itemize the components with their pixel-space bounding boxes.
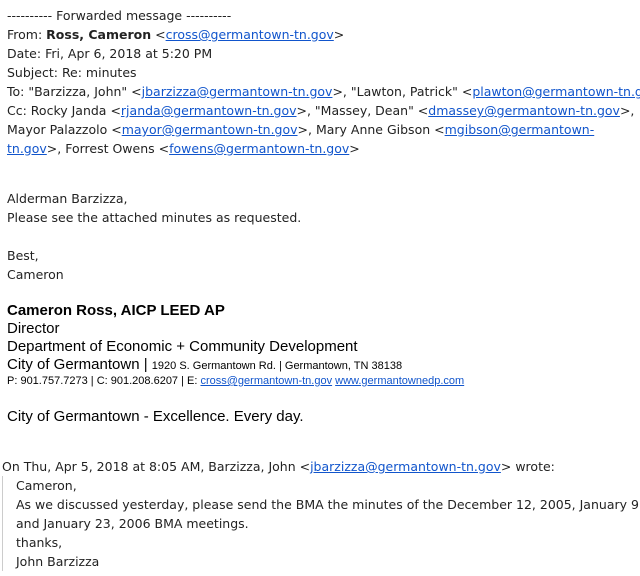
to-recipient-email-link[interactable]: plawton@germantown-tn.gov xyxy=(472,84,640,99)
cc-recipient-name: Mayor Palazzolo xyxy=(7,122,108,137)
signature-block: Cameron Ross, AICP LEED AP Director Depa… xyxy=(7,302,464,389)
to-label: To: xyxy=(7,84,25,99)
quoted-greeting: Cameron, xyxy=(16,478,77,493)
signature-address: 1920 S. Germantown Rd. | Germantown, TN … xyxy=(151,360,403,372)
cc-recipient-name: "Massey, Dean" xyxy=(314,103,414,118)
quote-attribution: On Thu, Apr 5, 2018 at 8:05 AM, Barzizza… xyxy=(2,457,555,476)
signature-phone: P: 901.757.7273 | C: 901.208.6207 | E: xyxy=(7,375,198,387)
quote-attribution-suffix: > wrote: xyxy=(500,459,555,474)
message-signoff: Cameron xyxy=(7,267,64,282)
quoted-body: As we discussed yesterday, please send t… xyxy=(16,497,639,531)
message-greeting: Alderman Barzizza, xyxy=(7,191,128,206)
quote-attribution-email-link[interactable]: jbarzizza@germantown-tn.gov xyxy=(310,459,501,474)
email-view: ---------- Forwarded message ---------- … xyxy=(0,0,640,576)
date-label: Date: xyxy=(7,46,42,61)
date-line: Date: Fri, Apr 6, 2018 at 5:20 PM xyxy=(7,44,637,63)
message-body: Alderman Barzizza, Please see the attach… xyxy=(7,189,301,227)
cc-label: Cc: xyxy=(7,103,27,118)
quote-attribution-prefix: On Thu, Apr 5, 2018 at 8:05 AM, Barzizza… xyxy=(2,459,311,474)
message-closing-block: Best, Cameron xyxy=(7,246,64,284)
date-value: Fri, Apr 6, 2018 at 5:20 PM xyxy=(45,46,213,61)
quoted-thanks: thanks, xyxy=(16,535,63,550)
cc-line: Cc: Rocky Janda <rjanda@germantown-tn.go… xyxy=(7,103,635,156)
signature-website-link[interactable]: www.germantownedp.com xyxy=(335,375,464,387)
subject-line: Subject: Re: minutes xyxy=(7,63,637,82)
forwarded-marker: ---------- Forwarded message ---------- xyxy=(7,8,232,23)
quoted-message: Cameron, As we discussed yesterday, plea… xyxy=(2,476,640,571)
signature-department: Department of Economic + Community Devel… xyxy=(7,338,358,355)
cc-recipient-email-link[interactable]: mayor@germantown-tn.gov xyxy=(122,122,298,137)
cc-recipient-email-link[interactable]: fowens@germantown-tn.gov xyxy=(169,141,349,156)
signature-contact-line: P: 901.757.7273 | C: 901.208.6207 | E: c… xyxy=(7,374,464,389)
from-email-link[interactable]: cross@germantown-tn.gov xyxy=(166,27,334,42)
to-line: To: "Barzizza, John" <jbarzizza@germanto… xyxy=(7,82,640,101)
message-closing: Best, xyxy=(7,248,39,263)
forwarded-header: ---------- Forwarded message ---------- … xyxy=(7,6,640,158)
signature-org: City of Germantown xyxy=(7,356,140,373)
subject-label: Subject: xyxy=(7,65,58,80)
signature-org-line: City of Germantown | 1920 S. Germantown … xyxy=(7,356,403,373)
to-recipient-name: "Barzizza, John" xyxy=(28,84,128,99)
quoted-name: John Barzizza xyxy=(16,554,100,569)
message-line: Please see the attached minutes as reque… xyxy=(7,210,302,225)
signature-title: Director xyxy=(7,320,60,337)
cc-recipient-name: Forrest Owens xyxy=(65,141,155,156)
signature-name: Cameron Ross, AICP LEED AP xyxy=(7,302,225,319)
from-label: From: xyxy=(7,27,43,42)
from-name: Ross, Cameron xyxy=(46,27,152,42)
to-recipient-email-link[interactable]: jbarzizza@germantown-tn.gov xyxy=(142,84,333,99)
cc-recipient-name: Mary Anne Gibson xyxy=(315,122,431,137)
to-recipient-name: "Lawton, Patrick" xyxy=(350,84,458,99)
signature-email-link[interactable]: cross@germantown-tn.gov xyxy=(200,375,332,387)
cc-recipient-email-link[interactable]: dmassey@germantown-tn.gov xyxy=(428,103,620,118)
signature-motto: City of Germantown - Excellence. Every d… xyxy=(7,408,304,425)
cc-recipient-email-link[interactable]: rjanda@germantown-tn.gov xyxy=(121,103,297,118)
cc-recipient-name: Rocky Janda xyxy=(30,103,107,118)
from-line: From: Ross, Cameron <cross@germantown-tn… xyxy=(7,27,345,42)
subject-value: Re: minutes xyxy=(61,65,137,80)
